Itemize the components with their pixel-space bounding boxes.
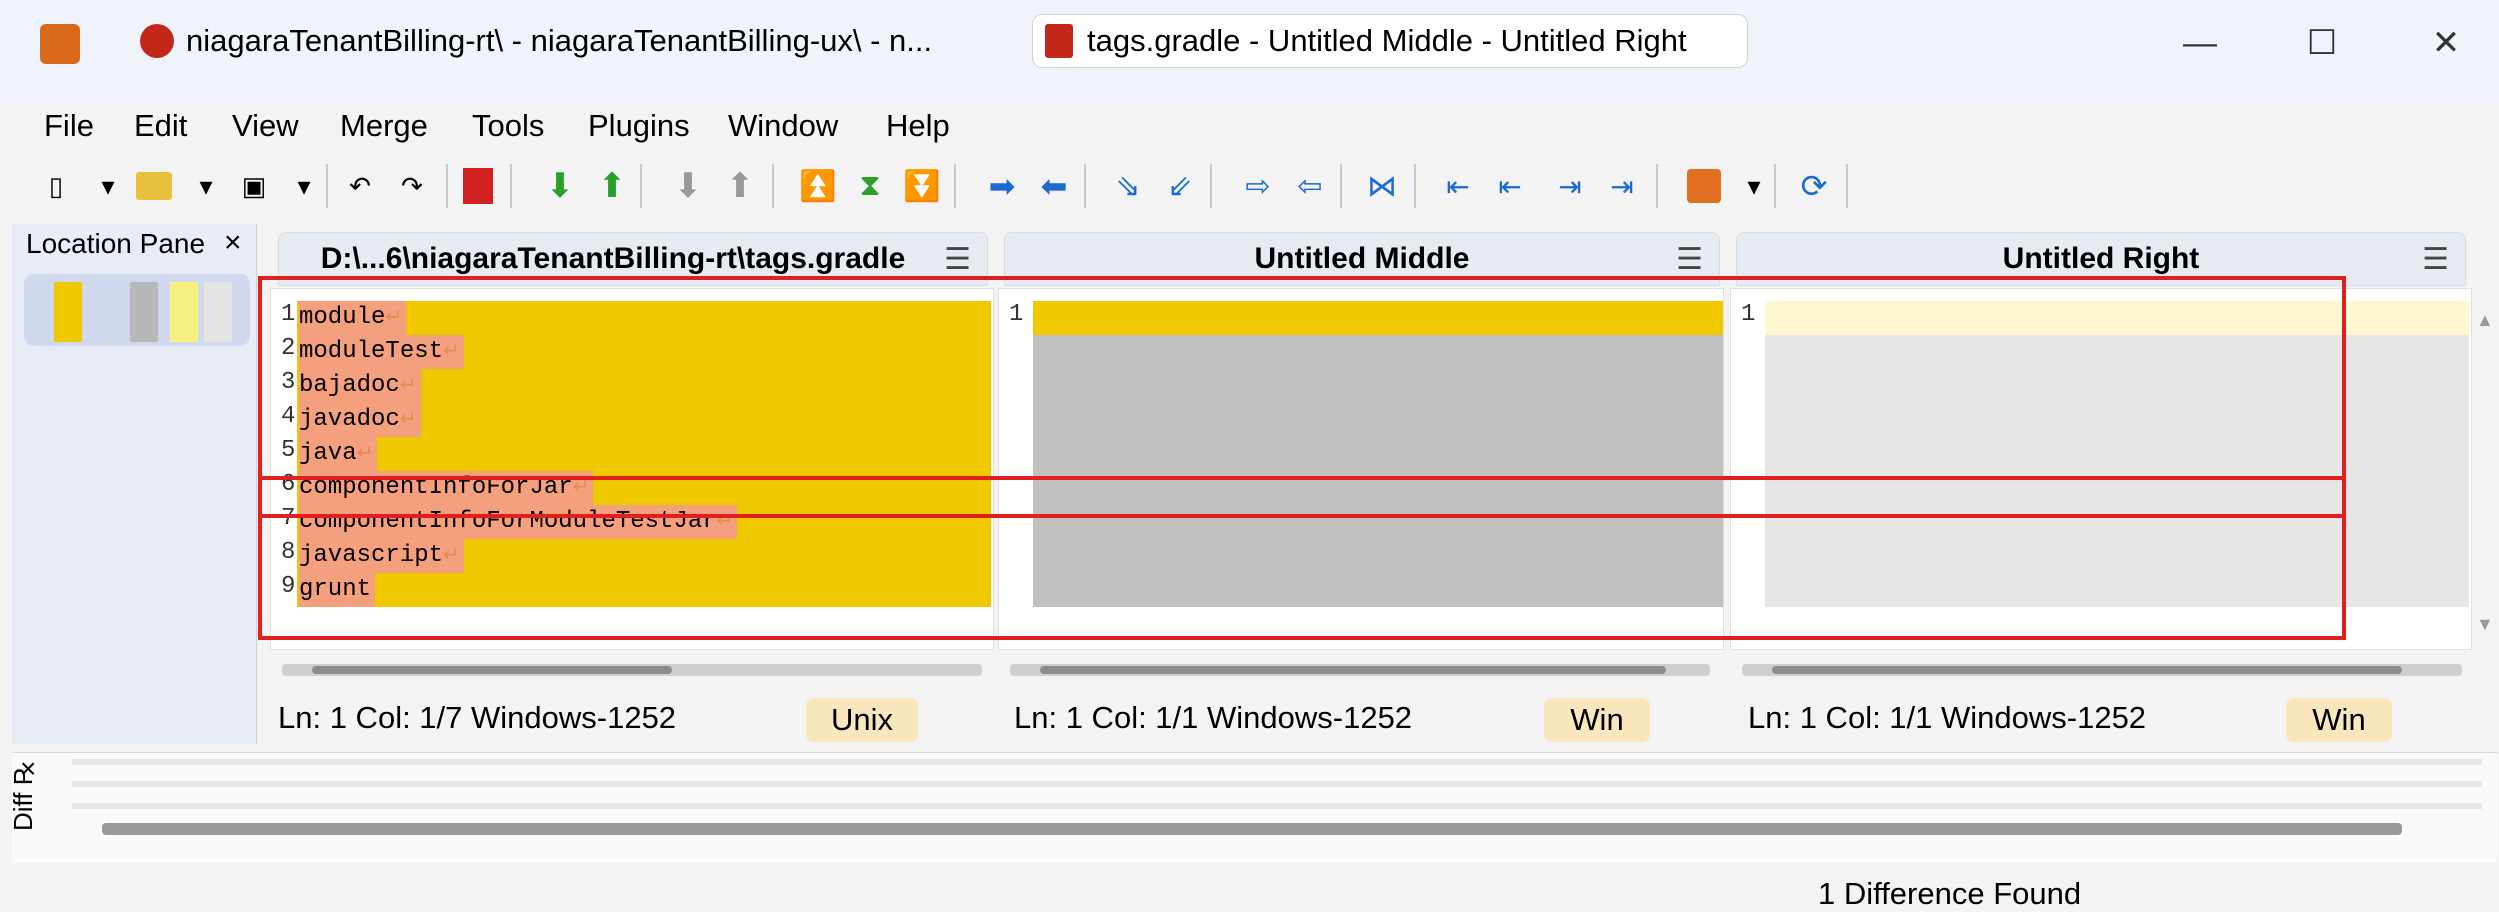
toolbar-separator: [1210, 164, 1212, 208]
dropdown-icon[interactable]: ▾: [88, 164, 128, 208]
annotation-box-outer: [258, 276, 2346, 640]
copy-right-to-middle-icon[interactable]: ⇤: [1490, 164, 1530, 208]
copy-left-next-icon[interactable]: ⇙: [1160, 164, 1200, 208]
right-pane-menu-icon[interactable]: ☰: [2422, 242, 2449, 277]
toolbar-separator: [1084, 164, 1086, 208]
toolbar-separator: [1846, 164, 1848, 208]
last-diff-icon[interactable]: ⏬: [902, 164, 942, 208]
tab-folder-compare[interactable]: niagaraTenantBilling-rt\ - niagaraTenant…: [140, 14, 1020, 68]
diff-pane-title: Diff P: [8, 767, 38, 831]
prev-diff-icon[interactable]: ⬆: [592, 164, 632, 208]
next-conflict-icon[interactable]: ⬇: [668, 164, 708, 208]
right-status-position: Ln: 1 Col: 1/1 Windows-1252: [1748, 700, 2147, 735]
location-pane-title: Location Pane: [26, 228, 206, 259]
copy-middle-to-right-icon[interactable]: ⇥: [1550, 164, 1590, 208]
location-pane: Location Pane ×: [12, 224, 257, 744]
right-hscrollbar[interactable]: [1742, 664, 2462, 676]
tab-file-compare[interactable]: tags.gradle - Untitled Middle - Untitled…: [1032, 14, 1748, 68]
copy-left-to-middle-icon[interactable]: ⇤: [1438, 164, 1478, 208]
menu-edit[interactable]: Edit: [134, 108, 187, 144]
scroll-up-icon[interactable]: ▲: [2476, 310, 2494, 331]
right-pane-title: Untitled Right: [2002, 242, 2200, 275]
copy-middle-to-left-icon[interactable]: ⇥: [1602, 164, 1642, 208]
middle-status-position: Ln: 1 Col: 1/1 Windows-1252: [1014, 700, 1413, 735]
menu-window[interactable]: Window: [728, 108, 838, 144]
prev-conflict-icon[interactable]: ⬆: [720, 164, 760, 208]
left-hscrollbar[interactable]: [282, 664, 982, 676]
menu-file[interactable]: File: [44, 108, 94, 144]
toolbar-separator: [640, 164, 642, 208]
open-folder-icon[interactable]: [134, 164, 174, 208]
minimize-button[interactable]: —: [2170, 18, 2230, 68]
menu-bar: File Edit View Merge Tools Plugins Windo…: [0, 102, 2499, 148]
copy-left-icon[interactable]: ⬅: [1034, 164, 1074, 208]
next-diff-icon[interactable]: ⬇: [540, 164, 580, 208]
toolbar-separator: [1340, 164, 1342, 208]
menu-tools[interactable]: Tools: [472, 108, 544, 144]
merge-icon[interactable]: ⋈: [1362, 164, 1402, 208]
new-icon[interactable]: ▯: [36, 164, 76, 208]
menu-help[interactable]: Help: [886, 108, 950, 144]
close-button[interactable]: ✕: [2416, 18, 2476, 68]
copy-all-right-icon[interactable]: ⇨: [1238, 164, 1278, 208]
menu-plugins[interactable]: Plugins: [588, 108, 690, 144]
save-icon[interactable]: ▣: [234, 164, 274, 208]
middle-hscrollbar[interactable]: [1010, 664, 1710, 676]
diff-pane: × Diff P: [8, 752, 2498, 863]
diff-pane-hscrollbar[interactable]: [102, 823, 2402, 835]
dropdown-icon[interactable]: ▾: [284, 164, 324, 208]
location-map[interactable]: [24, 274, 250, 346]
title-bar: niagaraTenantBilling-rt\ - niagaraTenant…: [0, 0, 2499, 102]
tab-title: niagaraTenantBilling-rt\ - niagaraTenant…: [186, 23, 933, 58]
middle-pane-title: Untitled Middle: [1254, 242, 1470, 275]
left-status-position: Ln: 1 Col: 1/7 Windows-1252: [278, 700, 677, 735]
menu-merge[interactable]: Merge: [340, 108, 428, 144]
toolbar-separator: [772, 164, 774, 208]
toolbar: ▯ ▾ ▾ ▣ ▾ ↶ ↷ ⬇ ⬆ ⬇ ⬆ ⏫ ⧗ ⏬ ➡ ⬅ ⇘ ⇙ ⇨ ⇦ …: [0, 150, 2499, 222]
left-eol-badge[interactable]: Unix: [806, 698, 918, 742]
annotation-box-line-6: [258, 476, 2346, 518]
menu-view[interactable]: View: [232, 108, 299, 144]
toolbar-separator: [510, 164, 512, 208]
left-pane-title: D:\...6\niagaraTenantBilling-rt\tags.gra…: [320, 242, 906, 275]
dropdown-icon[interactable]: ▾: [186, 164, 226, 208]
first-diff-icon[interactable]: ⏫: [798, 164, 838, 208]
copy-all-left-icon[interactable]: ⇦: [1290, 164, 1330, 208]
copy-right-next-icon[interactable]: ⇘: [1108, 164, 1148, 208]
toolbar-separator: [446, 164, 448, 208]
refresh-icon[interactable]: ⟳: [1794, 164, 1834, 208]
undo-icon[interactable]: ↶: [340, 164, 380, 208]
right-eol-badge[interactable]: Win: [2286, 698, 2392, 742]
left-pane-menu-icon[interactable]: ☰: [944, 242, 971, 277]
middle-eol-badge[interactable]: Win: [1544, 698, 1650, 742]
copy-right-icon[interactable]: ➡: [982, 164, 1022, 208]
scroll-down-icon[interactable]: ▼: [2476, 614, 2494, 635]
dropdown-icon[interactable]: ▾: [1734, 164, 1774, 208]
toolbar-separator: [1656, 164, 1658, 208]
toolbar-separator: [954, 164, 956, 208]
folder-compare-icon: [140, 24, 174, 58]
toolbar-separator: [1414, 164, 1416, 208]
app-icon: [40, 24, 80, 64]
status-message: 1 Difference Found: [1818, 876, 2082, 911]
toolbar-separator: [326, 164, 328, 208]
redo-icon[interactable]: ↷: [392, 164, 432, 208]
edit-tools-icon[interactable]: [1684, 164, 1724, 208]
location-pane-close-icon[interactable]: ×: [224, 226, 242, 260]
current-diff-icon[interactable]: [458, 164, 498, 208]
maximize-button[interactable]: ☐: [2292, 18, 2352, 68]
middle-pane-menu-icon[interactable]: ☰: [1676, 242, 1703, 277]
vertical-scrollbar[interactable]: ▲ ▼: [2472, 288, 2498, 650]
toolbar-separator: [1774, 164, 1776, 208]
file-compare-icon: [1045, 24, 1073, 58]
tab-title: tags.gradle - Untitled Middle - Untitled…: [1087, 23, 1687, 58]
all-diffs-icon[interactable]: ⧗: [850, 164, 890, 208]
